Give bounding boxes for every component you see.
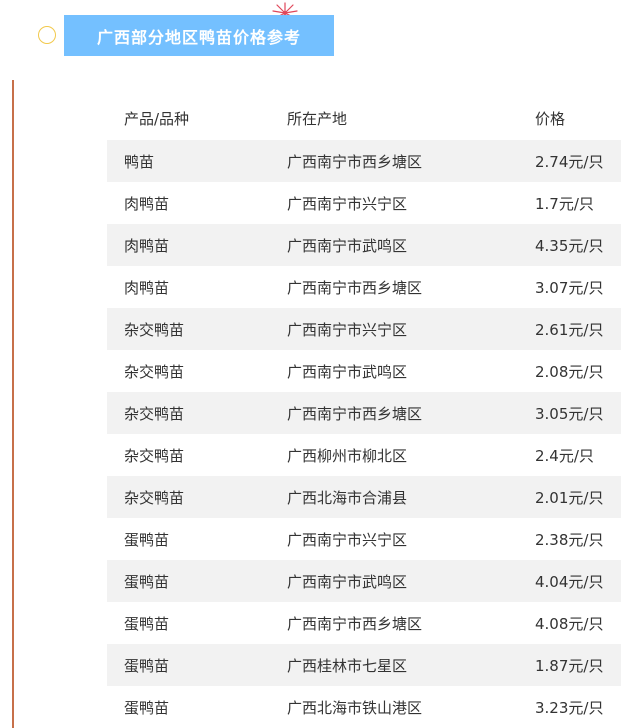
cell-product: 杂交鸭苗 <box>124 446 185 465</box>
table-row: 蛋鸭苗 广西桂林市七星区 1.87元/只 <box>107 644 621 686</box>
cell-price: 4.08元/只 <box>535 614 604 633</box>
cell-origin: 广西南宁市武鸣区 <box>287 236 408 255</box>
cell-product: 蛋鸭苗 <box>124 530 170 549</box>
cell-product: 蛋鸭苗 <box>124 656 170 675</box>
cell-price: 1.87元/只 <box>535 656 604 675</box>
cell-origin: 广西南宁市兴宁区 <box>287 194 408 213</box>
cell-price: 2.74元/只 <box>535 152 604 171</box>
cell-origin: 广西南宁市西乡塘区 <box>287 614 423 633</box>
cell-origin: 广西南宁市武鸣区 <box>287 572 408 591</box>
table-row: 杂交鸭苗 广西南宁市武鸣区 2.08元/只 <box>107 350 621 392</box>
cell-price: 4.35元/只 <box>535 236 604 255</box>
cell-origin: 广西南宁市西乡塘区 <box>287 152 423 171</box>
left-accent-line <box>12 80 14 728</box>
table-row: 杂交鸭苗 广西柳州市柳北区 2.4元/只 <box>107 434 621 476</box>
header-price: 价格 <box>535 109 566 128</box>
table-row: 肉鸭苗 广西南宁市武鸣区 4.35元/只 <box>107 224 621 266</box>
table-row: 蛋鸭苗 广西南宁市武鸣区 4.04元/只 <box>107 560 621 602</box>
table-row: 蛋鸭苗 广西南宁市兴宁区 2.38元/只 <box>107 518 621 560</box>
table-header-row: 产品/品种 所在产地 价格 <box>107 96 621 140</box>
cell-product: 蛋鸭苗 <box>124 614 170 633</box>
header-origin: 所在产地 <box>287 109 348 128</box>
cell-price: 3.07元/只 <box>535 278 604 297</box>
cell-price: 2.08元/只 <box>535 362 604 381</box>
cell-origin: 广西南宁市兴宁区 <box>287 530 408 549</box>
cell-origin: 广西南宁市西乡塘区 <box>287 278 423 297</box>
cell-product: 鸭苗 <box>124 152 155 171</box>
table-row: 杂交鸭苗 广西北海市合浦县 2.01元/只 <box>107 476 621 518</box>
cell-price: 4.04元/只 <box>535 572 604 591</box>
cell-price: 2.01元/只 <box>535 488 604 507</box>
cell-product: 肉鸭苗 <box>124 236 170 255</box>
table-row: 肉鸭苗 广西南宁市兴宁区 1.7元/只 <box>107 182 621 224</box>
title-banner: 广西部分地区鸭苗价格参考 <box>64 15 334 56</box>
price-table: 产品/品种 所在产地 价格 鸭苗 广西南宁市西乡塘区 2.74元/只 肉鸭苗 广西南宁市… <box>107 96 621 728</box>
decorative-circle-icon <box>38 26 56 44</box>
cell-product: 杂交鸭苗 <box>124 488 185 507</box>
cell-price: 3.05元/只 <box>535 404 604 423</box>
cell-product: 肉鸭苗 <box>124 194 170 213</box>
table-row: 蛋鸭苗 广西南宁市西乡塘区 4.08元/只 <box>107 602 621 644</box>
cell-product: 杂交鸭苗 <box>124 362 185 381</box>
page-title: 广西部分地区鸭苗价格参考 <box>96 27 301 47</box>
cell-origin: 广西北海市合浦县 <box>287 488 408 507</box>
cell-product: 杂交鸭苗 <box>124 404 185 423</box>
cell-origin: 广西南宁市武鸣区 <box>287 362 408 381</box>
header-product: 产品/品种 <box>124 109 190 128</box>
table-row: 蛋鸭苗 广西北海市铁山港区 3.23元/只 <box>107 686 621 728</box>
table-row: 杂交鸭苗 广西南宁市兴宁区 2.61元/只 <box>107 308 621 350</box>
cell-origin: 广西桂林市七星区 <box>287 656 408 675</box>
table-row: 鸭苗 广西南宁市西乡塘区 2.74元/只 <box>107 140 621 182</box>
cell-origin: 广西柳州市柳北区 <box>287 446 408 465</box>
cell-price: 3.23元/只 <box>535 698 604 717</box>
cell-origin: 广西南宁市兴宁区 <box>287 320 408 339</box>
cell-product: 蛋鸭苗 <box>124 698 170 717</box>
table-row: 杂交鸭苗 广西南宁市西乡塘区 3.05元/只 <box>107 392 621 434</box>
cell-product: 肉鸭苗 <box>124 278 170 297</box>
cell-product: 蛋鸭苗 <box>124 572 170 591</box>
table-row: 肉鸭苗 广西南宁市西乡塘区 3.07元/只 <box>107 266 621 308</box>
cell-price: 2.4元/只 <box>535 446 594 465</box>
cell-product: 杂交鸭苗 <box>124 320 185 339</box>
cell-origin: 广西北海市铁山港区 <box>287 698 423 717</box>
cell-price: 2.38元/只 <box>535 530 604 549</box>
cell-price: 2.61元/只 <box>535 320 604 339</box>
cell-origin: 广西南宁市西乡塘区 <box>287 404 423 423</box>
cell-price: 1.7元/只 <box>535 194 594 213</box>
